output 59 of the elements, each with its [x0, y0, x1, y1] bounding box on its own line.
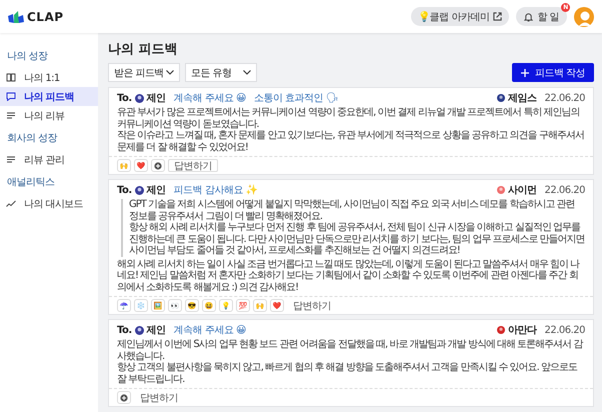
author-name: 제임스 — [508, 92, 536, 105]
chevron-down-icon — [243, 70, 251, 75]
add-reaction-button[interactable] — [151, 159, 165, 172]
to-label: To. — [117, 324, 132, 336]
plus-icon — [520, 68, 529, 76]
author-name: 사이먼 — [508, 184, 536, 197]
external-link-icon — [493, 12, 502, 21]
feedback-text: 항상 고객의 불편사항을 묵히지 않고, 빠르게 협의 후 해결 방향을 도출해주셔서 고객을 만족시킬 수 있어요. 앞으로도 잘 부탁드립니다. — [117, 362, 578, 385]
avatar-icon — [134, 186, 144, 194]
sidebar-item[interactable]: 나의 리뷰 — [0, 106, 98, 125]
avatar-icon — [134, 326, 144, 334]
reply-button[interactable]: 답변하기 — [168, 159, 218, 172]
bell-icon — [524, 12, 534, 22]
author-name: 아만다 — [508, 324, 536, 337]
academy-button[interactable]: 💡클랩 아카데미 — [411, 7, 510, 26]
add-reaction-icon — [154, 162, 162, 170]
section-heading: 애널리틱스 — [6, 176, 56, 190]
recipient-name: 제인 — [146, 92, 166, 105]
to-label: To. — [117, 92, 132, 104]
feedback-text: 작은 이슈라고 느껴질 때, 혼자 문제를 안고 있기보다는, 유관 부서에게 적극적으로 상황을 공유하고 의견을 구해주셔서 문제를 더 잘 해결할 수 있었어요! — [117, 130, 585, 153]
feedback-text: 유관 부서가 많은 프로젝트에서는 커뮤니케이션 역량이 중요한데, 이번 결제 리뉴얼 개발 프로젝트에서 특히 제인님의 커뮤니케이션 역량이 돋보였습니다. — [117, 107, 581, 130]
feedback-text: 제인님께서 이번에 S사의 업무 현황 보드 관련 어려움을 전달했을 때, 바로 개발팀과 개발 방식에 대해 토론해주셔서 감사했습니다. — [117, 339, 584, 362]
sidebar-item[interactable]: 나의 피드백 — [0, 87, 98, 106]
add-reaction-icon — [120, 394, 128, 402]
book-icon — [6, 73, 16, 82]
feedback-tag: 계속해 주세요 😀 — [174, 91, 246, 105]
recipient-name: 제인 — [146, 324, 166, 337]
feedback-date: 22.06.20 — [544, 324, 585, 336]
sidebar-item[interactable]: 나의 1:1 — [0, 68, 98, 87]
quote-text: GPT 기술을 저희 시스템에 어떻게 붙일지 막막했는데, 사이먼님이 직접 주요 외국 서비스 데모를 학습하시고 관련 정보를 공유주셔서 그림이 더 빨리 명확해졌어요. — [129, 199, 576, 222]
sidebar-item[interactable]: 리뷰 관리 — [0, 150, 98, 169]
to-label: To. — [117, 184, 132, 196]
author-avatar — [496, 94, 505, 102]
add-reaction-button[interactable] — [117, 391, 131, 404]
recipient-name: 제인 — [146, 184, 166, 197]
feedback-tag: 소통이 효과적인 🗣 — [254, 91, 338, 105]
feedback-tag: 피드백 감사해요 ✨ — [174, 183, 258, 197]
section-heading: 회사의 성장 — [6, 132, 58, 146]
create-feedback-button[interactable]: 피드백 작성 — [512, 63, 594, 82]
author-avatar — [496, 326, 505, 334]
filter-dropdown[interactable]: 모든 유형 — [185, 63, 257, 82]
trend-icon — [6, 199, 16, 208]
page-title: 나의 피드백 — [108, 41, 179, 58]
chevron-down-icon — [166, 70, 174, 75]
section-heading: 나의 성장 — [6, 50, 49, 64]
chat-icon — [6, 92, 16, 101]
list-icon — [6, 111, 16, 120]
avatar-icon — [134, 94, 144, 102]
logo-icon — [8, 10, 24, 22]
filter-dropdown[interactable]: 받은 피드백 — [108, 63, 180, 82]
sidebar-item[interactable]: 나의 대시보드 — [0, 194, 98, 213]
feedback-tag: 계속해 주세요 😀 — [174, 323, 246, 337]
feedback-date: 22.06.20 — [544, 92, 585, 104]
feedback-date: 22.06.20 — [544, 184, 585, 196]
logo-text: CLAP — [27, 10, 64, 24]
quote-text: 항상 해외 사례 리서치를 누구보다 먼저 진행 후 팀에 공유주셔서, 전체 팀이 신규 시장을 이해하고 실질적인 업무를 진행하는데 큰 도움이 됩니다. 다만 사이먼님만 단독으로만 리서치를 하기 보다는, 팀의 업무 프로세스로 만들어지면 사이먼님 부담도 줄어들 것 같아서, 프로세스화를 추진해보는 건 어떨지 의견드려요! — [129, 222, 585, 256]
list-icon — [6, 155, 16, 164]
author-avatar — [496, 186, 505, 194]
feedback-text: 해외 사례 리서치 하는 일이 사실 조금 번거롭다고 느낄 때도 많았는데, 이렇게 도움이 된다고 말씀주셔서 매우 힘이 나네요! 제인님 말씀처럼 저 혼자만 소화하기 보다는 기획팀에서 같이 소화할 수 있도록 이번주에 관련 아젠다를 주간 회의에서 소화하도록 해볼게요 :) 의견 감사해요! — [117, 258, 581, 293]
